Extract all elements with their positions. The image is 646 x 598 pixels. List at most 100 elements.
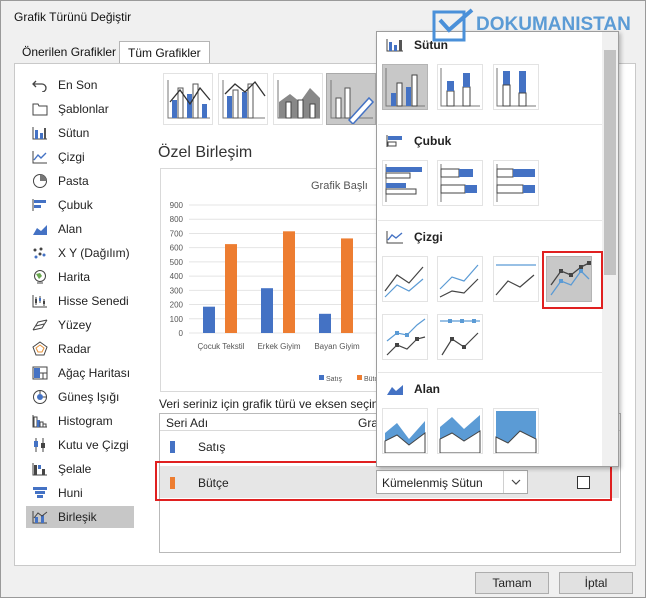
folder-icon [30, 101, 50, 117]
x-category-label: Erkek Giyim [257, 342, 300, 351]
bar-chart-icon [386, 134, 404, 148]
x-category-label: Çocuk Tekstil [198, 342, 245, 351]
sidebar-item-line[interactable]: Çizgi [26, 146, 134, 168]
sidebar-item-radar[interactable]: Radar [26, 338, 134, 360]
y-tick-label: 800 [170, 215, 184, 224]
y-tick-label: 300 [170, 286, 184, 295]
stacked-bar-option[interactable] [437, 160, 483, 206]
combo-clustered-column-line-thumb[interactable] [163, 73, 213, 125]
map-globe-icon [30, 269, 50, 285]
combo-column-line-secondary-thumb[interactable] [218, 73, 268, 125]
table-row[interactable]: Satış [160, 436, 376, 458]
sidebar-item-map[interactable]: Harita [26, 266, 134, 288]
bar[interactable] [203, 306, 215, 333]
tab-all-charts[interactable]: Tüm Grafikler [119, 41, 210, 64]
cancel-button[interactable]: İptal [559, 572, 633, 594]
sidebar-item-label: Sütun [58, 126, 90, 140]
bar[interactable] [225, 244, 237, 333]
sidebar-item-treemap[interactable]: Ağaç Haritası [26, 362, 134, 384]
dropdown-separator [378, 124, 602, 125]
sidebar-item-templates[interactable]: Şablonlar [26, 98, 134, 120]
dropdown-scroll-thumb[interactable] [604, 50, 616, 275]
y-tick-label: 700 [170, 229, 184, 238]
stacked-line-option[interactable] [437, 256, 483, 302]
dropdown-section-title: Alan [414, 382, 441, 396]
x-category-label: Bayan Giyim [314, 342, 360, 351]
legend-swatch [319, 375, 324, 380]
dialog-title: Grafik Türünü Değiştir [14, 10, 132, 24]
chart-title: Grafik Başlı [311, 180, 368, 192]
bar[interactable] [319, 313, 331, 333]
dropdown-section-line: Çizgi [386, 228, 443, 246]
area-chart-icon [30, 221, 50, 237]
chart-preview: 900 800 700 600 500 400 300 200 100 0 Çocuk Tekst… [160, 168, 400, 392]
series-color-swatch [170, 441, 175, 453]
sidebar-item-label: Çizgi [58, 150, 85, 164]
undo-icon [30, 77, 50, 93]
highlight-line-with-markers [542, 251, 603, 309]
stacked-area-option[interactable] [437, 408, 483, 454]
surface-chart-icon [30, 317, 50, 333]
bar[interactable] [261, 288, 273, 333]
stacked-column-option[interactable] [437, 64, 483, 110]
sidebar-item-recent[interactable]: En Son [26, 74, 134, 96]
section-title-custom-combo: Özel Birleşim [158, 144, 253, 161]
dropdown-section-area: Alan [386, 380, 440, 398]
sidebar-item-box-whisker[interactable]: Kutu ve Çizgi [26, 434, 134, 456]
sidebar-item-stock[interactable]: Hisse Senedi [26, 290, 134, 312]
combo-stacked-area-column-thumb[interactable] [273, 73, 323, 125]
sidebar-item-surface[interactable]: Yüzey [26, 314, 134, 336]
tab-recommended-charts[interactable]: Önerilen Grafikler [14, 41, 124, 63]
clustered-column-option[interactable] [382, 64, 428, 110]
y-tick-label: 0 [179, 329, 184, 338]
column-chart-icon [30, 125, 50, 141]
area-option[interactable] [382, 408, 428, 454]
highlight-selected-row [155, 461, 612, 501]
sidebar-item-sunburst[interactable]: Güneş Işığı [26, 386, 134, 408]
legend-label: Satış [326, 376, 342, 383]
sidebar-item-label: Radar [58, 342, 91, 356]
percent-stacked-column-option[interactable] [493, 64, 539, 110]
scatter-chart-icon [30, 245, 50, 261]
column-header-chart-type: Gra [358, 416, 379, 430]
ok-button[interactable]: Tamam [475, 572, 549, 594]
sidebar-item-label: Kutu ve Çizgi [58, 438, 129, 452]
y-tick-label: 600 [170, 244, 184, 253]
percent-stacked-line-markers-option[interactable] [437, 314, 483, 360]
clustered-bar-option[interactable] [382, 160, 428, 206]
dropdown-separator [378, 372, 602, 373]
sidebar-item-funnel[interactable]: Huni [26, 482, 134, 504]
sidebar-item-scatter[interactable]: X Y (Dağılım) [26, 242, 134, 264]
watermark-text: DOKUMANISTAN [476, 14, 631, 35]
sidebar-item-column[interactable]: Sütun [26, 122, 134, 144]
y-tick-label: 900 [170, 201, 184, 210]
dropdown-section-title: Çubuk [414, 134, 452, 148]
y-tick-label: 100 [170, 315, 184, 324]
line-option[interactable] [382, 256, 428, 302]
sidebar-item-label: Ağaç Haritası [58, 366, 131, 380]
funnel-icon [30, 485, 50, 501]
bar[interactable] [341, 238, 353, 333]
sidebar-item-label: Güneş Işığı [58, 390, 120, 404]
sidebar-item-label: X Y (Dağılım) [58, 246, 130, 260]
percent-stacked-line-option[interactable] [493, 256, 539, 302]
sidebar-item-label: Hisse Senedi [58, 294, 129, 308]
dropdown-separator [378, 220, 602, 221]
sidebar-item-waterfall[interactable]: Şelale [26, 458, 134, 480]
sidebar-item-bar[interactable]: Çubuk [26, 194, 134, 216]
percent-stacked-area-option[interactable] [493, 408, 539, 454]
box-whisker-icon [30, 437, 50, 453]
stacked-line-markers-option[interactable] [382, 314, 428, 360]
sunburst-icon [30, 389, 50, 405]
custom-combo-thumb[interactable] [326, 73, 376, 126]
sidebar-item-pie[interactable]: Pasta [26, 170, 134, 192]
bar[interactable] [283, 231, 295, 333]
sidebar-item-area[interactable]: Alan [26, 218, 134, 240]
column-header-series-name: Seri Adı [166, 416, 209, 430]
watermark-logo: DOKUMANISTAN [432, 8, 644, 44]
sidebar-item-histogram[interactable]: Histogram [26, 410, 134, 432]
histogram-icon [30, 413, 50, 429]
dropdown-section-bar: Çubuk [386, 132, 451, 150]
percent-stacked-bar-option[interactable] [493, 160, 539, 206]
sidebar-item-combo[interactable]: Birleşik [26, 506, 134, 528]
